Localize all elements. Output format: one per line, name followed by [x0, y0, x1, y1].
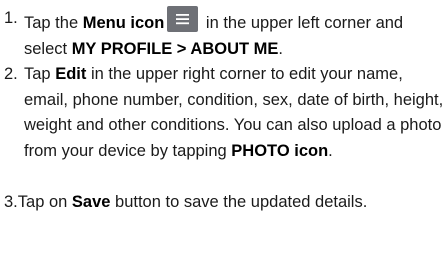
photo-icon-label: PHOTO icon	[231, 141, 329, 160]
hamburger-menu-icon	[167, 6, 199, 32]
step-2-number: 2.	[4, 65, 18, 83]
step-1: 1. Tap the Menu icon in the upper left c…	[0, 6, 448, 62]
step-1-number: 1.	[4, 9, 18, 27]
step-3-text-post: button to save the updated details.	[110, 193, 368, 211]
save-label: Save	[71, 193, 111, 211]
instructions-document: 1. Tap the Menu icon in the upper left c…	[0, 0, 448, 271]
step-2-text-pre: Tap	[24, 65, 56, 83]
menu-icon-label: Menu icon	[82, 14, 165, 32]
step-3-text-pre: Tap on	[17, 193, 72, 211]
step-1-text-pre: Tap the	[24, 14, 83, 32]
step-2-end: .	[328, 141, 333, 160]
edit-label: Edit	[55, 65, 87, 83]
step-3: 3.Tap on Save button to save the updated…	[0, 190, 448, 216]
step-1-end: .	[278, 39, 284, 58]
step-2: 2. Tap Edit in the upper right corner to…	[0, 62, 448, 164]
profile-path: MY PROFILE > ABOUT ME	[71, 39, 279, 58]
step-3-number: 3.	[4, 193, 18, 211]
